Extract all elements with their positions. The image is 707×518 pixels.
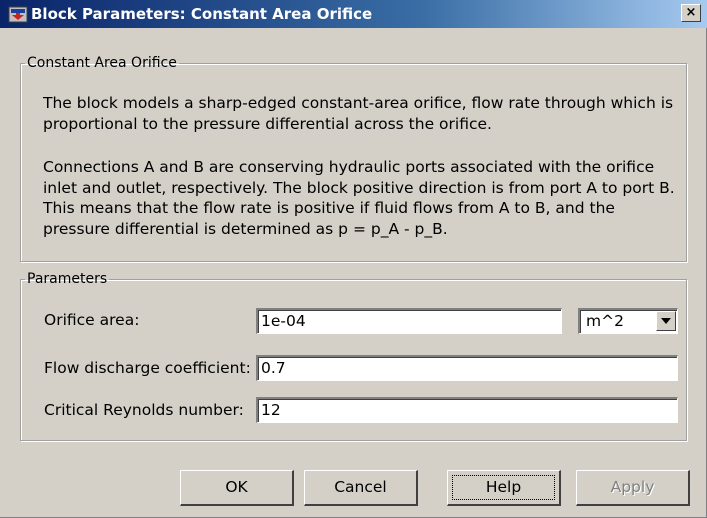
close-button[interactable]: × — [681, 4, 701, 22]
discharge-coefficient-label: Flow discharge coefficient: — [44, 359, 251, 377]
critical-reynolds-input[interactable]: 12 — [256, 397, 678, 423]
orifice-area-label: Orifice area: — [44, 311, 140, 329]
cancel-button[interactable]: Cancel — [304, 470, 418, 506]
ok-button[interactable]: OK — [180, 470, 294, 506]
window-title: Block Parameters: Constant Area Orifice — [31, 5, 373, 23]
help-button[interactable]: Help — [447, 470, 561, 506]
ok-button-label: OK — [225, 478, 248, 496]
block-parameters-dialog: Block Parameters: Constant Area Orifice … — [0, 0, 707, 518]
discharge-coefficient-input[interactable]: 0.7 — [256, 355, 678, 381]
description-group-legend: Constant Area Orifice — [27, 55, 177, 71]
cancel-button-label: Cancel — [334, 478, 387, 496]
focus-ring — [452, 475, 555, 500]
parameters-group-legend: Parameters — [27, 271, 108, 287]
close-icon: × — [685, 5, 697, 20]
description-paragraph-2: Connections A and B are conserving hydra… — [43, 158, 675, 238]
orifice-area-unit-select[interactable]: m^2 — [578, 308, 678, 334]
unit-dropdown-button[interactable] — [656, 311, 676, 331]
unit-select-value: m^2 — [586, 312, 624, 330]
apply-button-label: Apply — [610, 478, 655, 496]
apply-button[interactable]: Apply — [576, 470, 690, 506]
chevron-down-icon — [661, 318, 671, 324]
critical-reynolds-label: Critical Reynolds number: — [44, 401, 244, 419]
block-icon — [8, 4, 28, 24]
title-bar[interactable]: Block Parameters: Constant Area Orifice … — [0, 0, 707, 28]
orifice-area-input[interactable]: 1e-04 — [256, 308, 562, 334]
description-paragraph-1: The block models a sharp-edged constant-… — [43, 94, 674, 133]
